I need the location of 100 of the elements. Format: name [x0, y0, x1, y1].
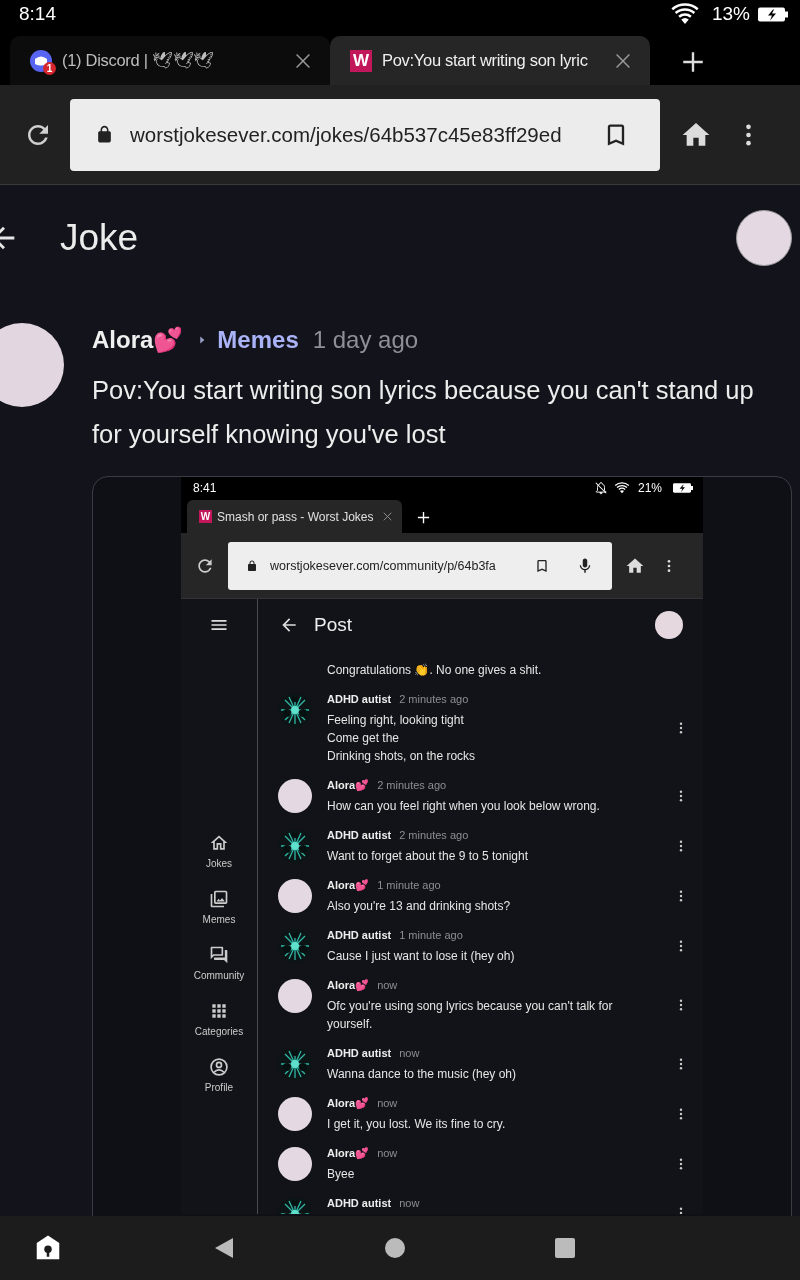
- comment-author: Alora💕: [327, 978, 370, 992]
- comment-time: now: [377, 1147, 398, 1159]
- more-button[interactable]: [679, 1058, 683, 1070]
- tab-title: Smash or pass - Worst Jokes: [217, 509, 375, 524]
- back-triangle-icon: [214, 1237, 234, 1259]
- battery-percent: 13%: [711, 3, 750, 25]
- comment-text: Byee: [327, 1166, 356, 1183]
- more-icon: [679, 999, 683, 1011]
- more-button[interactable]: [679, 1108, 683, 1120]
- more-button[interactable]: [679, 722, 683, 734]
- menu-button[interactable]: [745, 122, 752, 147]
- more-icon: [679, 940, 683, 952]
- comment-time: 1 minute ago: [399, 929, 463, 941]
- comment-text: Congratulations 👏. No one gives a shit.: [327, 662, 543, 679]
- sidebar-item[interactable]: Memes: [202, 889, 236, 925]
- comment-time: now: [399, 1047, 420, 1059]
- more-icon: [679, 790, 683, 802]
- avatar: [278, 879, 312, 913]
- comment-text: How can you feel right when you look below wrong.: [327, 798, 601, 815]
- grid-icon: [209, 1001, 229, 1021]
- browser-tab[interactable]: 1 (1) Discord | 🕊🕊🕊: [10, 36, 330, 85]
- more-button[interactable]: [679, 999, 683, 1011]
- plus-icon: [680, 49, 706, 75]
- sidebar-item[interactable]: Jokes: [205, 833, 233, 869]
- favicon: W: [350, 49, 372, 72]
- plus-icon: [416, 510, 431, 525]
- battery-icon: [758, 6, 788, 22]
- comment-time: now: [399, 1197, 420, 1209]
- browser-tab[interactable]: W Pov:You start writing son lyric: [330, 36, 650, 85]
- more-icon: [679, 722, 683, 734]
- avatar: [278, 779, 312, 813]
- comment-text: Want to forget about the 9 to 5 tonight: [327, 848, 530, 865]
- comment-time: now: [377, 979, 398, 991]
- avatar: [278, 1097, 312, 1131]
- comment-text: Come get the: [327, 730, 401, 747]
- more-button[interactable]: [679, 790, 683, 802]
- category-link[interactable]: Memes: [217, 326, 299, 354]
- more-button[interactable]: [679, 890, 683, 902]
- more-icon: [667, 558, 671, 573]
- comment-text: Cause I just want to lose it (hey oh): [327, 948, 516, 965]
- sidebar-item[interactable]: Categories: [194, 1001, 244, 1037]
- avatar: [278, 929, 312, 963]
- more-button[interactable]: [679, 940, 683, 952]
- avatar: [278, 829, 312, 863]
- battery-percent: 21%: [637, 481, 662, 495]
- back-button[interactable]: [214, 1237, 234, 1259]
- comment-author: ADHD autist: [327, 1197, 392, 1209]
- comment-author: Alora💕: [327, 1096, 370, 1110]
- lock-icon: [95, 125, 114, 144]
- sidebar-item[interactable]: Profile: [204, 1057, 234, 1093]
- home-circle-icon: [385, 1238, 405, 1258]
- tab-title: Pov:You start writing son lyric: [382, 51, 589, 70]
- comment-text: I get it, you lost. We its fine to cry.: [327, 1116, 507, 1133]
- favicon: [30, 49, 52, 72]
- home-button[interactable]: [385, 1238, 405, 1258]
- comment-author: ADHD autist: [327, 693, 392, 705]
- comment-text: Wanna dance to the music (hey oh): [327, 1066, 517, 1083]
- comment-text: Feeling right, looking tight: [327, 712, 465, 729]
- bookmark-icon[interactable]: [534, 557, 550, 574]
- new-tab-button[interactable]: [680, 49, 706, 75]
- comment-author: ADHD autist: [327, 929, 392, 941]
- browser-tab[interactable]: W Smash or pass - Worst Jokes: [187, 500, 402, 533]
- avatar: [278, 1147, 312, 1181]
- bell-off-icon: [593, 481, 608, 495]
- avatar: [278, 1047, 312, 1081]
- images-icon: [209, 889, 229, 909]
- more-button[interactable]: [679, 1158, 683, 1170]
- comment-time: 2 minutes ago: [399, 693, 469, 705]
- home-icon: [209, 833, 229, 853]
- more-icon: [679, 840, 683, 852]
- address-bar[interactable]: worstjokesever.com/jokes/64b537c45e83ff29ed: [70, 98, 660, 171]
- account-icon: [209, 1057, 229, 1077]
- chat-icon: [209, 945, 229, 965]
- comment-text: Ofc you're using song lyrics because you can't talk for yourself.: [327, 998, 614, 1033]
- avatar[interactable]: [736, 210, 792, 266]
- comment-time: now: [377, 1097, 398, 1109]
- new-tab-button[interactable]: [416, 510, 431, 525]
- avatar: [278, 979, 312, 1013]
- more-button[interactable]: [679, 840, 683, 852]
- more-icon: [679, 1058, 683, 1070]
- avatar: [278, 693, 312, 727]
- comment-author: Alora💕: [327, 1146, 370, 1160]
- post-time: 1 day ago: [312, 326, 419, 354]
- post-author[interactable]: Alora💕: [92, 326, 184, 354]
- comment-author: Alora💕: [327, 778, 370, 792]
- wifi-icon: [613, 480, 630, 496]
- favicon: W: [199, 510, 212, 523]
- page-title: Post: [314, 614, 354, 636]
- sidebar-item[interactable]: Community: [193, 945, 245, 981]
- comment-text: Also you're 13 and drinking shots?: [327, 898, 512, 915]
- clock: 8:14: [19, 3, 56, 25]
- avatar[interactable]: [655, 611, 683, 639]
- more-icon: [679, 1108, 683, 1120]
- more-icon: [679, 1158, 683, 1170]
- menu-button[interactable]: [667, 558, 671, 573]
- address-bar[interactable]: worstjokesever.com/community/p/64b3fa: [228, 541, 612, 590]
- close-icon[interactable]: [381, 510, 394, 523]
- page-title: Joke: [60, 217, 140, 259]
- comment-author: Alora💕: [327, 878, 370, 892]
- lock-icon: [246, 559, 258, 572]
